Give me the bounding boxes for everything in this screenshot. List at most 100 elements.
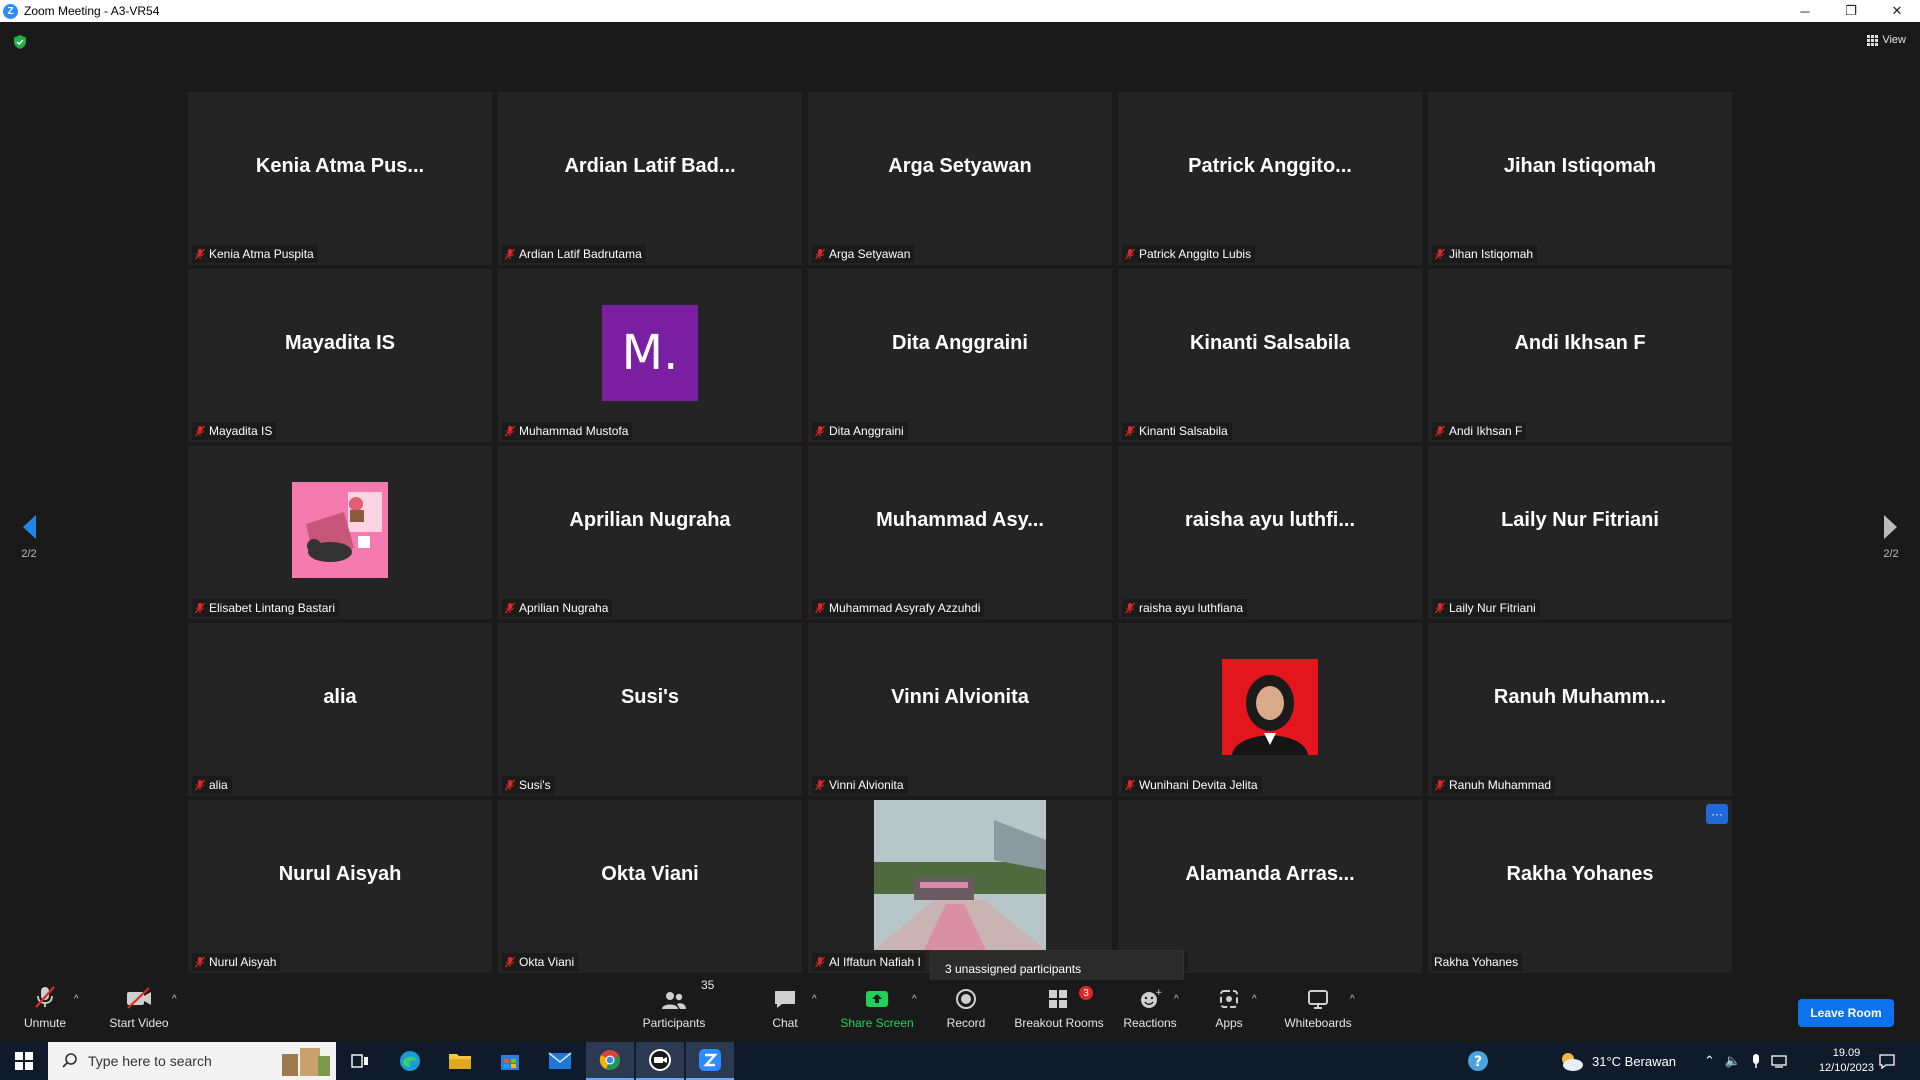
participant-tile[interactable]: Vinni Alvionita Vinni Alvionita [808,623,1112,796]
share-options-caret[interactable]: ^ [912,994,917,1005]
next-page-button[interactable]: 2/2 [1876,514,1906,560]
participant-name-label: Okta Viani [519,955,575,969]
participant-name-label: Nurul Aisyah [209,955,277,969]
participant-name-caption: Kenia Atma Puspita [192,245,318,263]
previous-page-button[interactable]: 2/2 [14,514,44,560]
apps-button[interactable]: Apps [1212,980,1246,1042]
participant-tile[interactable]: Alamanda Arras...da Arrasyid [1118,800,1422,973]
participant-name-caption: Laily Nur Fitriani [1432,599,1540,617]
taskbar-clock[interactable]: 19.09 12/10/2023 [1819,1046,1874,1076]
breakout-rooms-icon [1049,990,1067,1008]
notification-button[interactable] [1878,1042,1896,1080]
share-screen-button[interactable]: Share Screen [840,980,914,1042]
participant-tile[interactable]: Nurul Aisyah Nurul Aisyah [188,800,492,973]
participant-name-label: Rakha Yohanes [1434,955,1519,969]
whiteboards-button[interactable]: Whiteboards [1282,980,1354,1042]
participant-name-caption: Mayadita IS [192,422,277,440]
close-button[interactable]: ✕ [1874,0,1920,22]
start-button[interactable] [0,1042,48,1080]
reactions-options-caret[interactable]: ^ [1174,994,1179,1005]
whiteboards-options-caret[interactable]: ^ [1350,994,1355,1005]
participant-display-name: Alamanda Arras... [1185,863,1355,885]
weather-widget[interactable]: 31°C Berawan [1558,1042,1676,1080]
participant-name-caption: Dita Anggraini [812,422,908,440]
muted-mic-icon [505,779,515,791]
edge-app-button[interactable] [386,1042,434,1080]
participant-tile[interactable]: M. Muhammad Mustofa [498,269,802,442]
leave-room-button[interactable]: Leave Room [1798,999,1894,1027]
microphone-icon[interactable] [1751,1053,1761,1069]
more-options-button[interactable]: ··· [1706,804,1728,824]
reactions-button[interactable]: + Reactions [1123,980,1176,1042]
participant-display-name: Okta Viani [601,863,699,885]
chevron-up-icon[interactable]: ⌃ [1704,1053,1715,1069]
taskbar-search-box[interactable]: Type here to search [48,1042,336,1080]
participant-tile[interactable]: Al Iffatun Nafiah I [808,800,1112,973]
chat-options-caret[interactable]: ^ [812,994,817,1005]
participant-tile[interactable]: Kinanti Salsabila Kinanti Salsabila [1118,269,1422,442]
record-button[interactable]: Record [946,980,986,1042]
participant-name-caption: Jihan Istiqomah [1432,245,1538,263]
participant-name-label: Elisabet Lintang Bastari [209,601,336,615]
chat-button[interactable]: Chat [770,980,800,1042]
mail-app-button[interactable] [536,1042,584,1080]
participant-name-label: Mayadita IS [209,424,273,438]
participant-name-label: Ardian Latif Badrutama [519,247,642,261]
participant-tile[interactable]: Muhammad Asy... Muhammad Asyrafy Azzuhdi [808,446,1112,619]
record-label: Record [946,1016,986,1030]
security-shield-icon[interactable] [12,34,28,50]
minimize-button[interactable]: ─ [1782,0,1828,22]
audio-options-caret[interactable]: ^ [74,994,79,1005]
participant-tile[interactable]: alia alia [188,623,492,796]
network-icon[interactable] [1771,1054,1787,1068]
unmute-button[interactable]: Unmute [22,980,68,1042]
apps-icon [1220,990,1238,1008]
participant-tile[interactable]: raisha ayu luthfi... raisha ayu luthfiana [1118,446,1422,619]
participant-tile[interactable]: Aprilian Nugraha Aprilian Nugraha [498,446,802,619]
participant-name-label: Arga Setyawan [829,247,911,261]
zoom-meeting-button[interactable] [686,1042,734,1080]
file-explorer-button[interactable] [436,1042,484,1080]
apps-options-caret[interactable]: ^ [1252,994,1257,1005]
zoom-app-icon: Z [3,3,18,19]
chrome-app-button[interactable] [586,1042,634,1080]
participant-tile[interactable]: Mayadita IS Mayadita IS [188,269,492,442]
speaker-icon[interactable]: 🔈 [1725,1053,1741,1069]
grid-icon [1867,34,1879,46]
start-video-button[interactable]: Start Video [106,980,172,1042]
chat-label: Chat [772,1016,798,1030]
participant-tile[interactable]: Ardian Latif Bad... Ardian Latif Badrutam… [498,92,802,265]
participant-name-label: Andi Ikhsan F [1449,424,1523,438]
participant-name-caption: Muhammad Mustofa [502,422,633,440]
zoom-workplace-button[interactable] [636,1042,684,1080]
participant-tile[interactable]: Wunihani Devita Jelita [1118,623,1422,796]
view-button[interactable]: View [1867,34,1906,46]
landscape-photo-avatar [874,800,1046,950]
task-view-button[interactable] [336,1042,384,1080]
participant-tile[interactable]: Patrick Anggito... Patrick Anggito Lubis [1118,92,1422,265]
participant-tile[interactable]: Arga Setyawan Arga Setyawan [808,92,1112,265]
participant-tile[interactable]: Susi's Susi's [498,623,802,796]
participant-display-name: Mayadita IS [284,332,396,354]
participant-tile[interactable]: Andi Ikhsan F Andi Ikhsan F [1428,269,1732,442]
video-options-caret[interactable]: ^ [172,994,177,1005]
help-tray-button[interactable]: ? [1466,1042,1490,1080]
participant-tile[interactable]: Dita Anggraini Dita Anggraini [808,269,1112,442]
participant-tile[interactable]: Jihan Istiqomah Jihan Istiqomah [1428,92,1732,265]
microphone-muted-icon [35,986,55,1008]
restore-button[interactable]: ❐ [1828,0,1874,22]
store-app-button[interactable] [486,1042,534,1080]
participant-tile[interactable]: Okta Viani Okta Viani [498,800,802,973]
participant-tile[interactable]: Rakha Yohanes ··· Rakha Yohanes [1428,800,1732,973]
participant-name-label: Patrick Anggito Lubis [1139,247,1252,261]
participant-tile[interactable]: Kenia Atma Pus... Kenia Atma Puspita [188,92,492,265]
participant-tile[interactable]: Laily Nur Fitriani Laily Nur Fitriani [1428,446,1732,619]
reactions-icon: + [1141,988,1162,1008]
participant-tile[interactable]: Ranuh Muhamm... Ranuh Muhammad [1428,623,1732,796]
participant-tile[interactable]: Elisabet Lintang Bastari [188,446,492,619]
muted-mic-icon [1435,248,1445,260]
muted-mic-icon [1125,425,1135,437]
breakout-rooms-button[interactable]: 3 Breakout Rooms [1014,980,1104,1042]
portrait-photo-avatar [1222,659,1318,755]
participants-button[interactable]: 35 Participants [640,978,715,1042]
